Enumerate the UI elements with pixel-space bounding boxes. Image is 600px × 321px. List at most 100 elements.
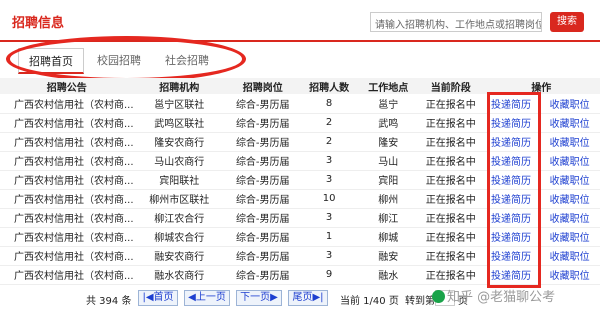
search-input[interactable]: 请输入招聘机构、工作地点或招聘岗位 <box>370 12 542 32</box>
first-label: 首页 <box>153 292 174 303</box>
page-title: 招聘信息 <box>12 16 65 31</box>
apply-resume-link[interactable]: 投递简历 <box>491 138 531 149</box>
apply-resume-link[interactable]: 投递简历 <box>491 233 531 244</box>
apply-resume-link[interactable]: 投递简历 <box>491 214 531 225</box>
cell-place: 隆安 <box>378 138 399 149</box>
table-cell: 投递简历 <box>482 189 540 209</box>
prev-page-button[interactable]: ◀上一页 <box>184 290 230 306</box>
cell-post: 综合-男历届 <box>235 195 290 206</box>
favorite-job-link[interactable]: 收藏职位 <box>550 176 590 187</box>
table-cell: 柳江 <box>357 208 419 228</box>
table-cell: 收藏职位 <box>539 189 600 209</box>
cell-stage: 正在报名中 <box>425 157 476 168</box>
cell-org: 柳江农合行 <box>154 214 205 225</box>
next-page-button[interactable]: 下一页▶ <box>236 290 282 306</box>
cell-notice: 广西农村信用社（农村商... <box>14 157 134 168</box>
favorite-job-link[interactable]: 收藏职位 <box>550 233 590 244</box>
favorite-job-link[interactable]: 收藏职位 <box>550 157 590 168</box>
favorite-job-link[interactable]: 收藏职位 <box>550 100 590 111</box>
table-row: 广西农村信用社（农村商... 马山农商行 综合-男历届 3 马山 正在报名中 投递简历 收藏职… <box>0 151 600 171</box>
next-label: 下一页 <box>240 292 271 303</box>
table-cell: 收藏职位 <box>539 94 600 114</box>
table-cell: 综合-男历届 <box>224 151 301 171</box>
top-bar: 招聘信息 请输入招聘机构、工作地点或招聘岗位 搜索 <box>0 0 600 42</box>
header-notice: 招聘公告 <box>0 78 134 94</box>
cell-count: 3 <box>325 212 333 223</box>
apply-resume-link[interactable]: 投递简历 <box>491 157 531 168</box>
cell-count: 1 <box>325 231 333 242</box>
prev-icon: ◀ <box>188 292 196 303</box>
cell-notice: 广西农村信用社（农村商... <box>14 233 134 244</box>
apply-resume-link[interactable]: 投递简历 <box>491 252 531 263</box>
tab-social[interactable]: 社会招聘 <box>154 48 220 74</box>
table-cell: 正在报名中 <box>418 265 483 285</box>
cell-stage: 正在报名中 <box>425 99 476 111</box>
favorite-job-link[interactable]: 收藏职位 <box>550 195 590 206</box>
cell-org: 隆安农商行 <box>154 138 205 149</box>
apply-resume-link[interactable]: 投递简历 <box>491 176 531 187</box>
table-cell: 收藏职位 <box>539 208 600 228</box>
cell-place: 邕宁 <box>378 99 399 111</box>
prev-label: 上一页 <box>195 292 226 303</box>
favorite-job-link[interactable]: 收藏职位 <box>550 214 590 225</box>
table-cell: 柳江农合行 <box>133 208 225 228</box>
table-cell: 投递简历 <box>482 227 540 247</box>
table-cell: 广西农村信用社（农村商... <box>0 246 134 266</box>
table-cell: 正在报名中 <box>418 170 483 190</box>
cell-post: 综合-男历届 <box>235 252 290 263</box>
cell-count: 9 <box>325 269 333 280</box>
favorite-job-link[interactable]: 收藏职位 <box>550 252 590 263</box>
table-cell: 3 <box>300 170 358 190</box>
cell-count: 3 <box>325 155 333 166</box>
cell-stage: 正在报名中 <box>425 214 476 225</box>
cell-post: 综合-男历届 <box>235 271 290 282</box>
table-row: 广西农村信用社（农村商... 武鸣区联社 综合-男历届 2 武鸣 正在报名中 投递简历 收藏职… <box>0 113 600 133</box>
cell-count: 10 <box>322 193 336 204</box>
header-stage: 当前阶段 <box>418 78 483 94</box>
cell-org: 邕宁区联社 <box>154 99 205 111</box>
next-icon: ▶ <box>270 292 278 303</box>
last-page-button[interactable]: 尾页▶| <box>288 290 328 306</box>
cell-count: 8 <box>325 97 333 109</box>
table-cell: 3 <box>300 208 358 228</box>
table-cell: 收藏职位 <box>539 170 600 190</box>
search-button[interactable]: 搜索 <box>550 12 584 32</box>
cell-notice: 广西农村信用社（农村商... <box>14 119 134 130</box>
tab-campus[interactable]: 校园招聘 <box>88 48 150 74</box>
cell-org: 柳城农合行 <box>154 233 205 244</box>
table-cell: 投递简历 <box>482 170 540 190</box>
table-cell: 10 <box>300 189 358 209</box>
apply-resume-link[interactable]: 投递简历 <box>491 119 531 130</box>
table-cell: 宾阳联社 <box>133 170 225 190</box>
table-row: 广西农村信用社（农村商... 隆安农商行 综合-男历届 2 隆安 正在报名中 投递简历 收藏职… <box>0 132 600 152</box>
table-cell: 综合-男历届 <box>224 227 301 247</box>
cell-notice: 广西农村信用社（农村商... <box>14 99 134 111</box>
table-cell: 邕宁区联社 <box>133 94 225 114</box>
cell-org: 融安农商行 <box>154 252 205 263</box>
favorite-job-link[interactable]: 收藏职位 <box>550 138 590 149</box>
first-page-button[interactable]: |◀首页 <box>138 290 178 306</box>
table-cell: 投递简历 <box>482 208 540 228</box>
favorite-job-link[interactable]: 收藏职位 <box>550 119 590 130</box>
table-cell: 综合-男历届 <box>224 132 301 152</box>
apply-resume-link[interactable]: 投递简历 <box>491 100 531 111</box>
cell-stage: 正在报名中 <box>425 195 476 206</box>
cell-count: 2 <box>325 136 333 147</box>
table-row: 广西农村信用社（农村商... 柳州市区联社 综合-男历届 10 柳州 正在报名中 投递简历 收… <box>0 189 600 209</box>
cell-place: 融安 <box>378 252 399 263</box>
favorite-job-link[interactable]: 收藏职位 <box>550 271 590 282</box>
cell-place: 融水 <box>378 271 399 282</box>
table-cell: 2 <box>300 132 358 152</box>
cell-count: 3 <box>325 174 333 185</box>
table-cell: 收藏职位 <box>539 265 600 285</box>
cell-stage: 正在报名中 <box>425 176 476 187</box>
table-cell: 广西农村信用社（农村商... <box>0 208 134 228</box>
table-cell: 正在报名中 <box>418 94 483 114</box>
apply-resume-link[interactable]: 投递简历 <box>491 271 531 282</box>
apply-resume-link[interactable]: 投递简历 <box>491 195 531 206</box>
table-cell: 柳城 <box>357 227 419 247</box>
table-cell: 融水 <box>357 265 419 285</box>
tab-home[interactable]: 招聘首页 <box>18 48 84 74</box>
table-cell: 综合-男历届 <box>224 113 301 133</box>
table-cell: 9 <box>300 265 358 285</box>
